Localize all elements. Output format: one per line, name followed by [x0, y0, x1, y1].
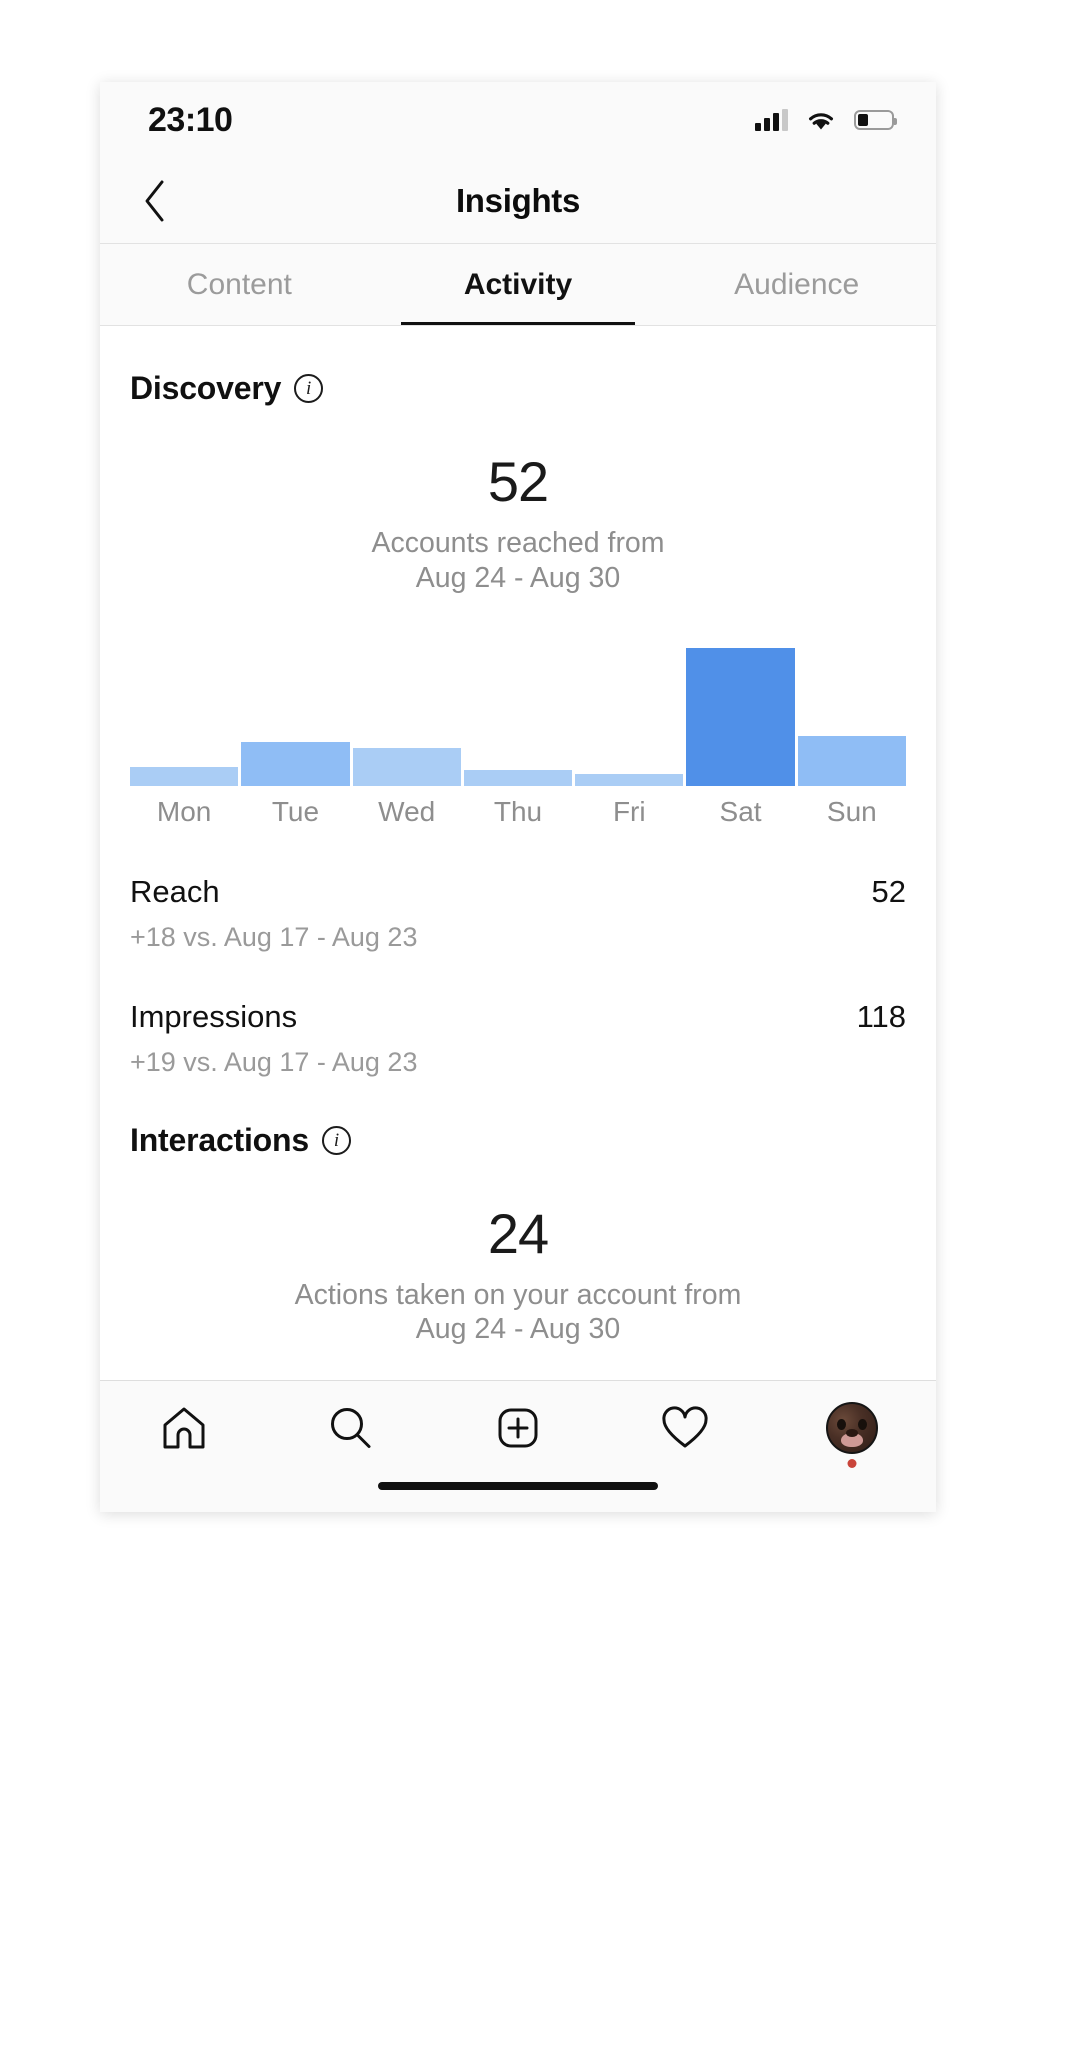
search-icon: [330, 1408, 371, 1448]
cellular-signal-icon: [755, 109, 788, 131]
interactions-caption-line1: Actions taken on your account from: [294, 1278, 742, 1311]
info-circle-icon[interactable]: i: [294, 374, 324, 403]
back-chevron-icon: [145, 180, 164, 221]
chart-bar: [463, 769, 573, 786]
chart-day-label: Tue: [271, 795, 320, 827]
nav-header: Insights: [100, 158, 936, 244]
nav-profile-button[interactable]: [769, 1397, 936, 1468]
discovery-headline-value: 52: [487, 450, 549, 513]
avatar: [826, 1402, 879, 1468]
interactions-headline-value: 24: [487, 1201, 549, 1265]
notification-dot: [847, 1459, 857, 1468]
discovery-caption-line1: Accounts reached from: [371, 527, 665, 559]
chart-bar-column: [241, 636, 350, 786]
page-title: Insights: [455, 181, 581, 219]
chart-bar: [241, 741, 350, 786]
interactions-section-header: Interactions i: [130, 1078, 906, 1159]
metric-reach-name: Reach: [130, 873, 220, 909]
add-post-icon: [498, 1408, 538, 1448]
chart-day-label: Fri: [612, 795, 646, 827]
metric-reach[interactable]: Reach 52 +18 vs. Aug 17 - Aug 23: [130, 828, 906, 953]
tab-content[interactable]: Content: [100, 244, 379, 325]
nav-create-button[interactable]: [434, 1397, 601, 1459]
metric-reach-sub: +18 vs. Aug 17 - Aug 23: [130, 921, 418, 952]
chart-bar: [130, 766, 239, 786]
chart-bar: [352, 748, 461, 786]
metric-impressions-sub: +19 vs. Aug 17 - Aug 23: [130, 1046, 418, 1077]
chart-bar: [575, 774, 684, 786]
chart-day-label: Wed: [378, 795, 436, 827]
status-icons: [755, 109, 897, 132]
profile-avatar-icon: [826, 1402, 879, 1454]
chart-bar: [686, 648, 795, 786]
nav-search-button[interactable]: [267, 1397, 434, 1459]
chart-bar-column: [575, 636, 684, 786]
nav-activity-button[interactable]: [602, 1397, 769, 1459]
discovery-section-header: Discovery i: [130, 326, 906, 407]
interactions-caption-line2: Aug 24 - Aug 30: [415, 1313, 621, 1346]
chart-bar-column: [797, 636, 906, 786]
battery-low-icon: [854, 110, 897, 130]
chart-day-label: Thu: [493, 795, 543, 827]
bottom-navigation-bar: [100, 1380, 936, 1512]
discovery-caption: Accounts reached from Aug 24 - Aug 30: [130, 526, 906, 596]
discovery-caption-line2: Aug 24 - Aug 30: [415, 561, 621, 594]
nav-home-button[interactable]: [100, 1397, 267, 1459]
chart-bar-column: [686, 636, 795, 786]
chart-day-label: Mon: [156, 795, 212, 827]
chart-bar-column: [463, 636, 573, 786]
info-circle-icon[interactable]: i: [321, 1125, 351, 1155]
phone-screen: 23:10 Insights Content Activity Audience: [100, 82, 936, 1512]
insights-scroll-content[interactable]: Discovery i 52 Accounts reached from Aug…: [100, 326, 936, 1380]
interactions-title: Interactions: [130, 1121, 309, 1158]
status-bar: 23:10: [100, 82, 936, 158]
metric-impressions-value: 118: [856, 998, 906, 1034]
chart-bar-column: [130, 636, 239, 786]
discovery-title: Discovery: [130, 370, 282, 406]
chart-day-label: Sun: [826, 795, 877, 827]
tab-audience[interactable]: Audience: [657, 244, 936, 325]
chart-bar: [797, 735, 906, 786]
metric-impressions-name: Impressions: [130, 998, 298, 1034]
discovery-bar-chart: [130, 636, 906, 786]
discovery-chart-labels: Mon Tue Wed Thu Fri Sat Sun: [130, 796, 906, 828]
home-icon: [163, 1407, 205, 1449]
wifi-icon: [809, 112, 833, 129]
status-time: 23:10: [148, 100, 233, 139]
metric-impressions[interactable]: Impressions 118 +19 vs. Aug 17 - Aug 23: [130, 953, 906, 1078]
home-indicator: [378, 1482, 658, 1490]
insights-tabs: Content Activity Audience: [100, 244, 936, 326]
chart-bar-column: [352, 636, 461, 786]
heart-icon: [662, 1406, 708, 1448]
chart-day-label: Sat: [719, 795, 762, 827]
tab-activity[interactable]: Activity: [379, 244, 658, 326]
back-button[interactable]: [126, 172, 184, 230]
interactions-caption: Actions taken on your account from Aug 2…: [130, 1278, 906, 1348]
metric-reach-value: 52: [871, 873, 906, 909]
